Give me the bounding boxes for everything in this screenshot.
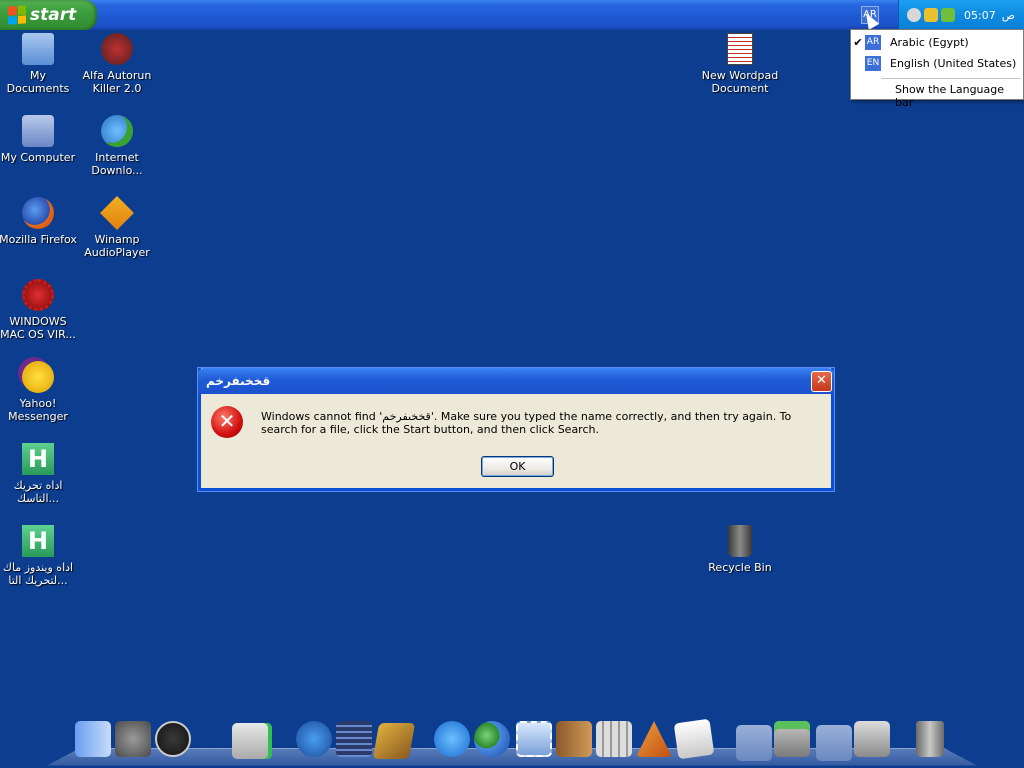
menu-divider [881, 78, 1021, 79]
error-dialog: قخخىفرخم ✕ ✕ Windows cannot find 'قخخىفر… [198, 368, 834, 491]
desktop-icon-label: WINDOWS MAC OS VIR... [0, 315, 76, 341]
autorun-killer-icon [101, 33, 133, 65]
wordpad-icon [727, 33, 753, 65]
clock-ampm: ص [1001, 8, 1016, 22]
desktop-icon-label: My Computer [0, 151, 76, 164]
desktop-icon-my-documents[interactable]: My Documents [0, 33, 78, 95]
system-tray: 05:07 ص [898, 0, 1024, 30]
desktop-icon-label: اداه تحريك التاسك... [13, 479, 63, 505]
virus-icon [22, 279, 54, 311]
h-app-icon: H [22, 443, 54, 475]
power-icon[interactable] [155, 721, 191, 757]
desktop-icon-winamp[interactable]: Winamp AudioPlayer [77, 196, 157, 259]
folder-down-icon[interactable] [816, 725, 852, 761]
language-label: Arabic (Egypt) [890, 35, 969, 49]
trash-icon[interactable] [916, 721, 944, 757]
ok-button[interactable]: OK [481, 456, 554, 477]
desktop-icon-label: Winamp AudioPlayer [84, 233, 150, 259]
messenger-people-icon[interactable] [474, 721, 510, 757]
show-language-bar-item[interactable]: Show the Language bar [895, 83, 1023, 109]
windows-logo-icon [8, 5, 26, 25]
close-button[interactable]: ✕ [811, 371, 832, 392]
language-item-english[interactable]: EN English (United States) [851, 53, 1023, 73]
calculator-icon[interactable] [596, 721, 632, 757]
desktop-icon-label: New Wordpad Document [701, 69, 779, 95]
clock[interactable]: 05:07 [964, 9, 996, 22]
yahoo-messenger-icon [22, 361, 54, 393]
toolbox-icon[interactable] [774, 721, 810, 757]
error-icon: ✕ [211, 406, 243, 438]
desktop-icon-alfa-autorun[interactable]: Alfa Autorun Killer 2.0 [77, 33, 157, 95]
language-item-arabic[interactable]: ✔ AR Arabic (Egypt) [851, 32, 1023, 52]
book-icon[interactable] [232, 723, 272, 759]
film-icon[interactable] [336, 721, 372, 757]
applications-icon[interactable] [636, 721, 672, 757]
start-label: start [30, 5, 77, 25]
desktop-icon-firefox[interactable]: Mozilla Firefox [0, 197, 78, 246]
mail-stamp-icon[interactable] [516, 721, 552, 757]
winamp-tray-icon[interactable] [941, 8, 955, 22]
desktop-icon-windows-mac-mover[interactable]: H اداه ويندوز ماك لتحريك التا... [0, 525, 78, 587]
winamp-icon [100, 196, 134, 230]
address-book-icon[interactable] [556, 721, 592, 757]
firefox-icon [22, 197, 54, 229]
system-preferences-icon[interactable] [115, 721, 151, 757]
desktop-icon-label: Alfa Autorun Killer 2.0 [82, 69, 152, 95]
desktop-icon-yahoo-messenger[interactable]: Yahoo! Messenger [0, 361, 78, 423]
desktop-icon-windows-mac-os-virus[interactable]: WINDOWS MAC OS VIR... [0, 279, 78, 341]
internet-explorer-icon[interactable] [434, 721, 470, 757]
media-player-icon[interactable] [296, 721, 332, 757]
notes-icon[interactable] [673, 718, 715, 760]
language-code-badge: AR [865, 34, 881, 50]
internet-download-icon [101, 115, 133, 147]
desktop-icon-label: Internet Downlo... [91, 151, 143, 177]
finder-icon[interactable] [75, 721, 111, 757]
start-button[interactable]: start [0, 0, 97, 30]
desktop-icon-label: اداه ويندوز ماك لتحريك التا... [2, 561, 74, 587]
winamp-dock-icon[interactable] [372, 723, 416, 759]
h-app-icon: H [22, 525, 54, 557]
desktop-icon-internet-download[interactable]: Internet Downlo... [77, 115, 157, 177]
desktop-icon-taskbar-mover[interactable]: H اداه تحريك التاسك... [0, 443, 78, 505]
desktop-icon-new-wordpad[interactable]: New Wordpad Document [700, 33, 780, 95]
folder-documents-icon [22, 33, 54, 65]
dialog-message: Windows cannot find 'قخخىفرخم'. Make sur… [261, 410, 792, 436]
network-warning-icon[interactable] [924, 8, 938, 22]
desktop-icon-recycle-bin[interactable]: Recycle Bin [700, 525, 780, 574]
folder-down-icon[interactable] [736, 725, 772, 761]
recycle-bin-icon [728, 525, 752, 557]
language-menu: ✔ AR Arabic (Egypt) EN English (United S… [850, 29, 1024, 109]
desktop-icon-my-computer[interactable]: My Computer [0, 115, 78, 164]
language-code-badge: EN [865, 55, 881, 71]
desktop-icon-label: My Documents [6, 69, 70, 95]
desktop-icon-label: Recycle Bin [708, 561, 772, 574]
desktop-icon-label: Yahoo! Messenger [8, 397, 68, 423]
dialog-title: قخخىفرخم [198, 368, 834, 394]
messenger-status-icon[interactable] [907, 8, 921, 22]
language-label: English (United States) [890, 56, 1017, 70]
checkmark-icon: ✔ [853, 35, 863, 49]
desktop-icon-label: Mozilla Firefox [0, 233, 77, 246]
computer-icon [22, 115, 54, 147]
downloads-icon[interactable] [854, 721, 890, 757]
